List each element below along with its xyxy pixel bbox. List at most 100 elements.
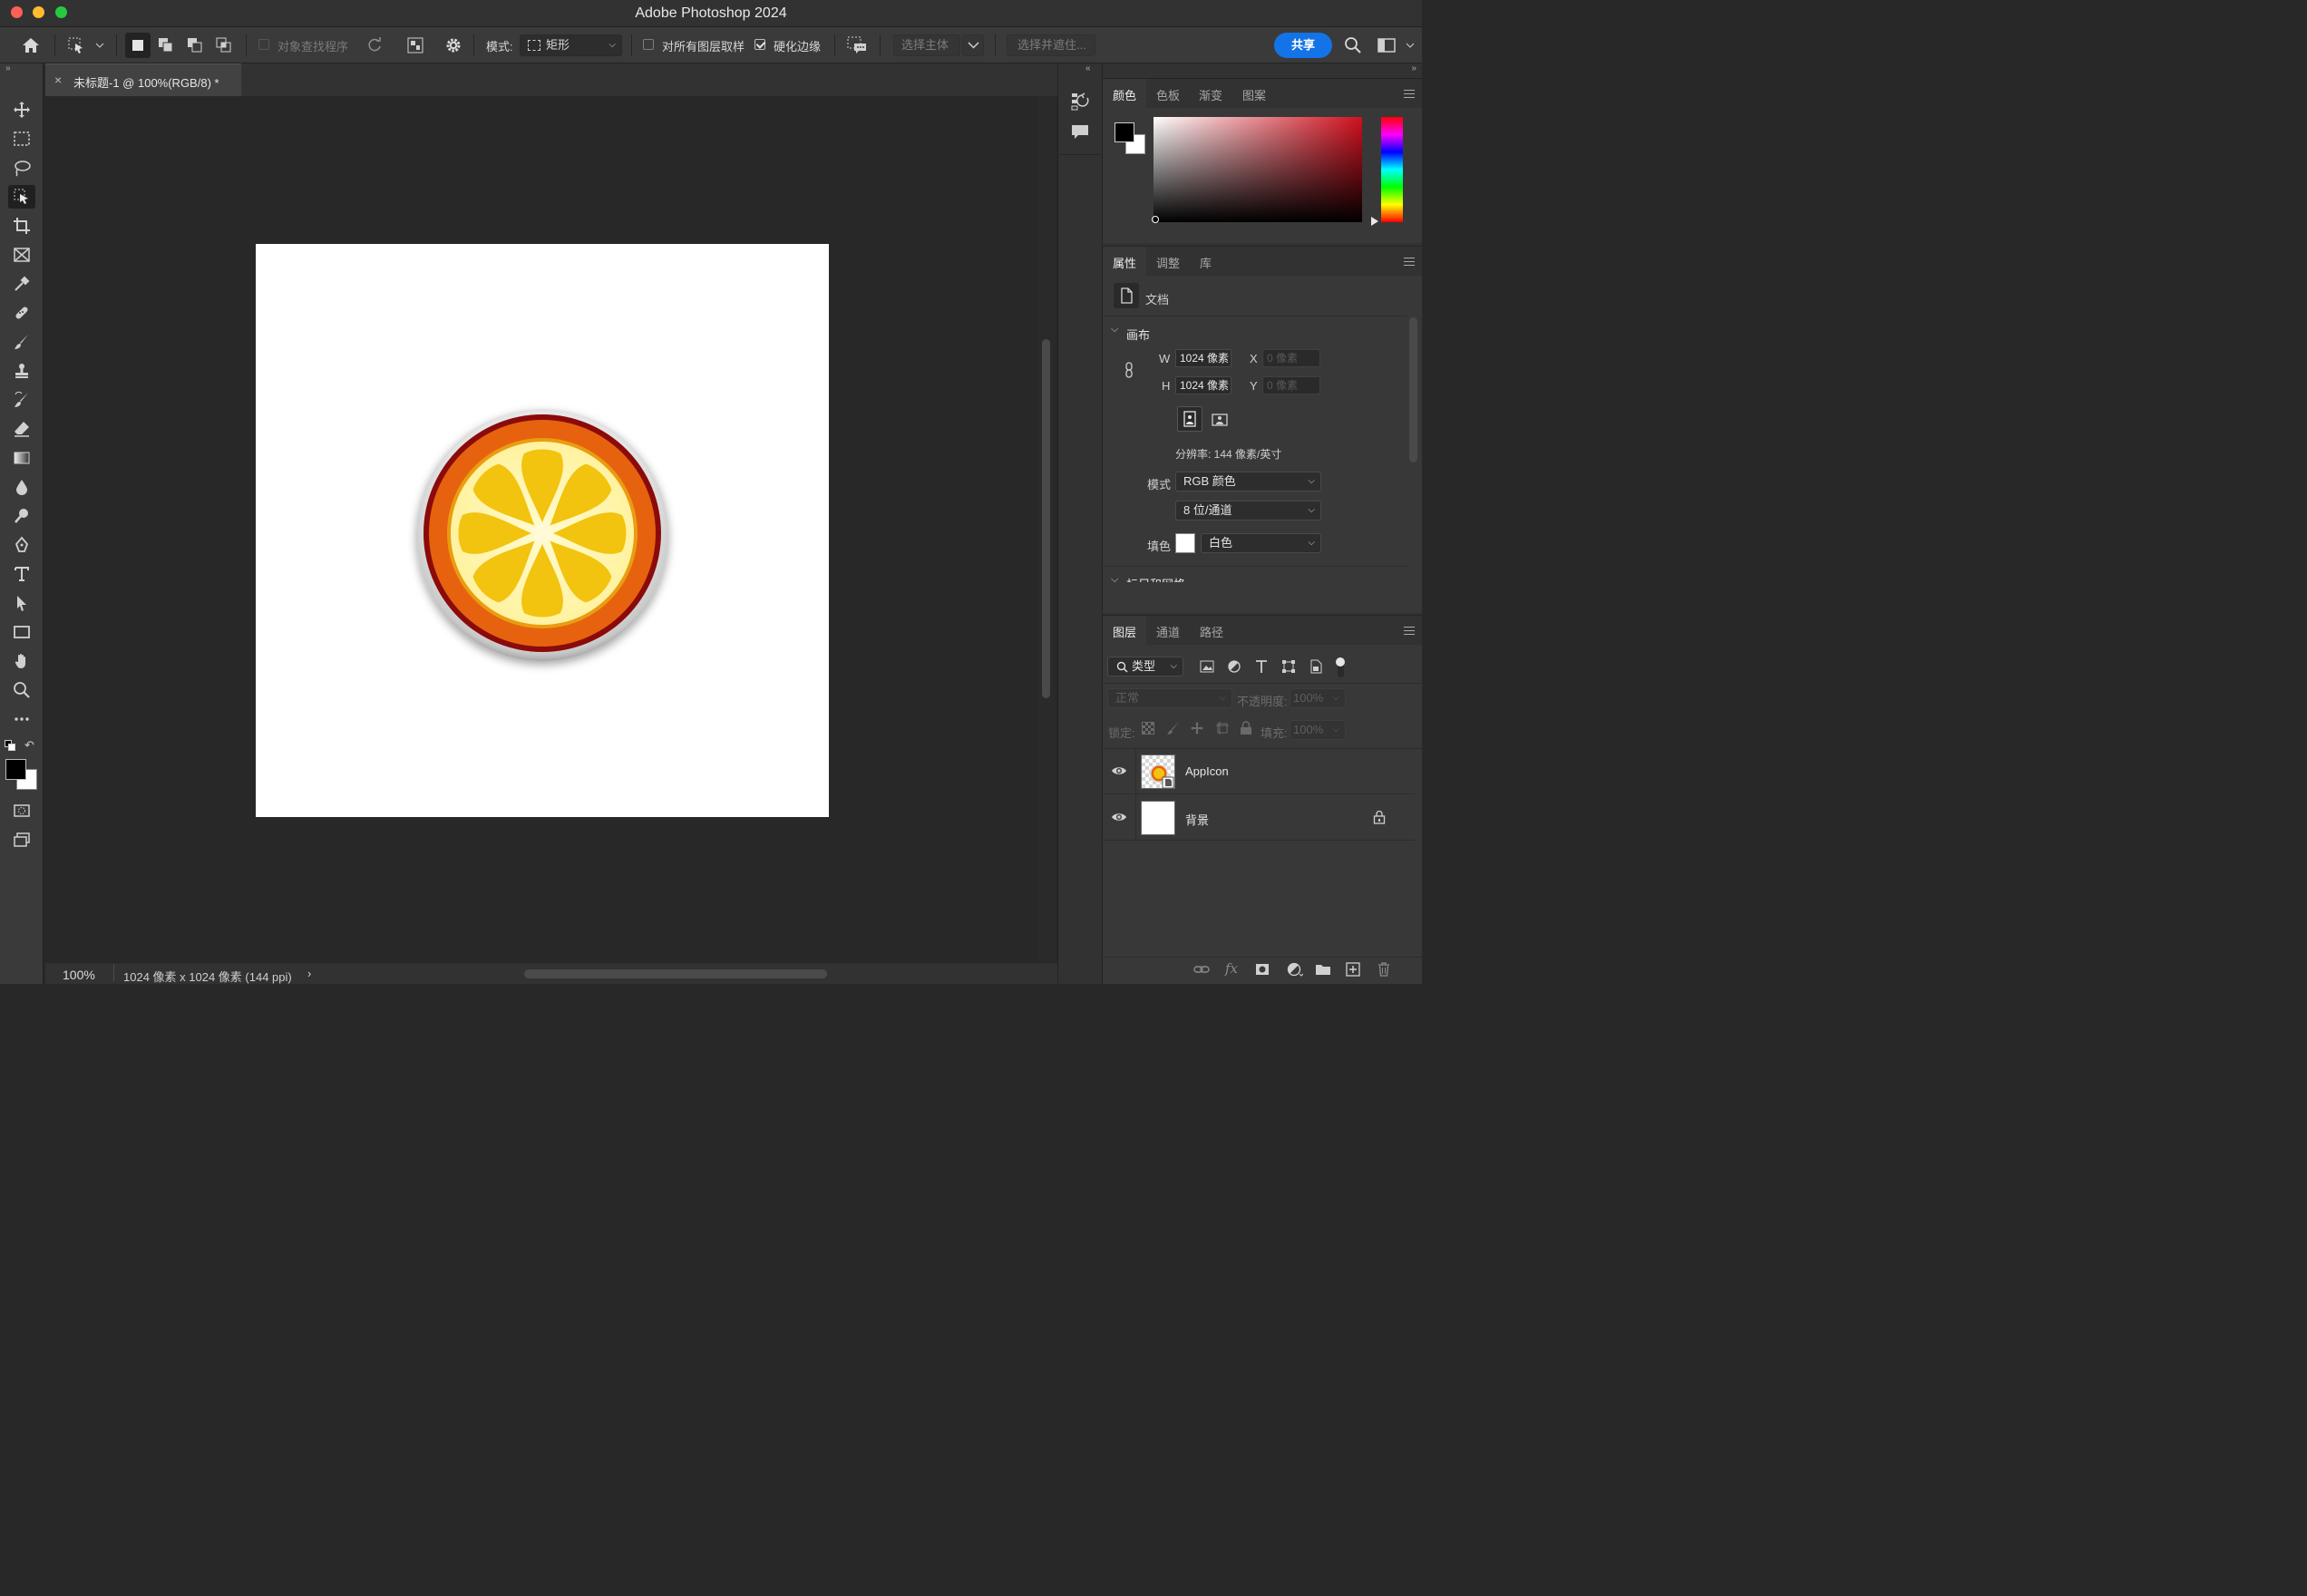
adjustment-layer-filter-icon[interactable] [1227,659,1241,674]
ruler-grid-section-header[interactable]: ⌵ 标尺和网格 [1103,571,1407,582]
marquee-tool-icon[interactable] [8,127,35,151]
hue-slider-handle[interactable] [1371,217,1378,226]
adjustment-layer-icon[interactable] [1287,962,1304,981]
color-mode-select[interactable]: RGB 颜色 ⌵ [1175,472,1321,491]
blend-mode-select[interactable]: 正常 ⌵ [1107,688,1232,708]
y-field[interactable]: 0 像素 [1262,376,1320,394]
zoom-level[interactable]: 100% [63,968,95,982]
eye-icon[interactable] [1111,765,1127,779]
panel-menu-icon[interactable] [1404,258,1415,266]
close-tab-icon[interactable]: × [54,73,62,87]
tab-swatches[interactable]: 色板 [1156,86,1180,103]
link-icon[interactable] [1123,361,1135,379]
comments-panel-icon[interactable] [1069,122,1091,143]
portrait-orientation-icon[interactable] [1177,406,1202,432]
chevron-right-icon[interactable]: › [307,967,311,980]
lock-image-pixels-icon[interactable] [1166,721,1181,738]
height-field[interactable]: 1024 像素 [1175,376,1231,394]
object-selection-tool-preset-icon[interactable] [65,34,87,56]
brush-tool-icon[interactable] [8,330,35,354]
tab-gradients[interactable]: 渐变 [1199,86,1222,103]
chevron-down-icon[interactable] [1402,34,1418,56]
share-button[interactable]: 共享 [1274,33,1332,58]
chevron-down-icon[interactable]: ⌵ [1111,324,1118,336]
add-to-selection-icon[interactable] [155,34,177,56]
link-layers-icon[interactable] [1193,963,1210,978]
gradient-tool-icon[interactable] [8,446,35,470]
x-field[interactable]: 0 像素 [1262,349,1320,367]
chevron-down-icon[interactable] [91,34,109,56]
hand-tool-icon[interactable] [8,649,35,673]
select-tool-comment-icon[interactable] [846,34,868,56]
refresh-icon[interactable] [364,34,385,56]
select-subject-button[interactable]: 选择主体 [893,34,960,56]
color-picker-field[interactable] [1154,117,1362,222]
sample-all-layers-checkbox[interactable] [643,39,654,50]
width-field[interactable]: 1024 像素 [1175,349,1231,367]
hue-slider[interactable] [1381,117,1403,222]
smart-object-filter-icon[interactable] [1309,659,1323,674]
fill-select[interactable]: 白色 ⌵ [1201,533,1321,553]
type-layer-filter-icon[interactable] [1254,659,1269,674]
lock-position-icon[interactable] [1190,721,1204,738]
history-brush-tool-icon[interactable] [8,388,35,412]
lock-icon[interactable] [1373,810,1386,827]
tab-adjustments[interactable]: 调整 [1156,254,1180,271]
eraser-tool-icon[interactable] [8,417,35,441]
pixel-layer-filter-icon[interactable] [1200,660,1214,673]
properties-scrollbar-thumb[interactable] [1409,317,1417,462]
horizontal-scrollbar-thumb[interactable] [524,969,827,978]
tab-properties[interactable]: 属性 [1113,254,1136,271]
panel-menu-icon[interactable] [1404,90,1415,98]
lock-transparent-pixels-icon[interactable] [1142,722,1154,735]
select-and-mask-button[interactable]: 选择并遮住... [1007,34,1095,56]
collapse-panel-icon[interactable]: « [1085,63,1091,73]
foreground-color-swatch[interactable] [5,759,26,780]
new-selection-icon[interactable] [125,33,151,58]
tab-layers[interactable]: 图层 [1113,623,1136,640]
tab-color[interactable]: 颜色 [1113,86,1136,103]
color-picker-cursor[interactable] [1152,216,1159,223]
tab-paths[interactable]: 路径 [1200,623,1223,640]
new-group-icon[interactable] [1315,963,1331,978]
tab-channels[interactable]: 通道 [1156,623,1180,640]
shape-layer-filter-icon[interactable] [1281,659,1296,674]
tab-patterns[interactable]: 图案 [1242,86,1266,103]
layer-style-icon[interactable]: fx [1225,960,1238,977]
layer-row[interactable]: AppIcon [1103,749,1415,794]
add-mask-icon[interactable] [1255,963,1270,978]
lock-all-icon[interactable] [1240,721,1252,738]
eye-icon[interactable] [1111,812,1127,825]
clone-stamp-tool-icon[interactable] [8,359,35,383]
move-tool-icon[interactable] [8,98,35,122]
layer-name[interactable]: 背景 [1185,811,1209,828]
select-subject-dropdown[interactable] [962,34,984,56]
collapse-panel-icon[interactable]: » [5,63,11,73]
delete-layer-icon[interactable] [1377,962,1390,979]
bit-depth-select[interactable]: 8 位/通道 ⌵ [1175,501,1321,521]
show-all-objects-icon[interactable] [404,34,426,56]
rectangle-tool-icon[interactable] [8,620,35,644]
collapse-panel-icon[interactable]: » [1411,63,1416,73]
blur-tool-icon[interactable] [8,475,35,499]
vertical-scrollbar-thumb[interactable] [1042,339,1050,698]
type-tool-icon[interactable] [8,562,35,586]
history-panel-icon[interactable] [1069,91,1091,112]
crop-tool-icon[interactable] [8,214,35,238]
dodge-tool-icon[interactable] [8,504,35,528]
layer-row[interactable]: 背景 [1103,795,1415,841]
panel-menu-icon[interactable] [1404,627,1415,635]
landscape-orientation-icon[interactable] [1208,408,1231,432]
hard-edge-checkbox[interactable] [754,39,765,50]
home-icon[interactable] [20,34,42,56]
gear-icon[interactable] [443,34,464,56]
lock-artboard-icon[interactable] [1215,721,1230,738]
workspace-icon[interactable] [1376,34,1397,56]
canvas-area[interactable] [45,96,1037,962]
canvas-section-title[interactable]: 画布 [1126,326,1150,343]
vertical-scrollbar[interactable] [1037,96,1056,962]
layer-name[interactable]: AppIcon [1185,764,1229,778]
default-colors-icon[interactable] [5,740,15,751]
intersect-selection-icon[interactable] [213,34,235,56]
fill-field[interactable]: 100% ⌵ [1290,720,1346,740]
